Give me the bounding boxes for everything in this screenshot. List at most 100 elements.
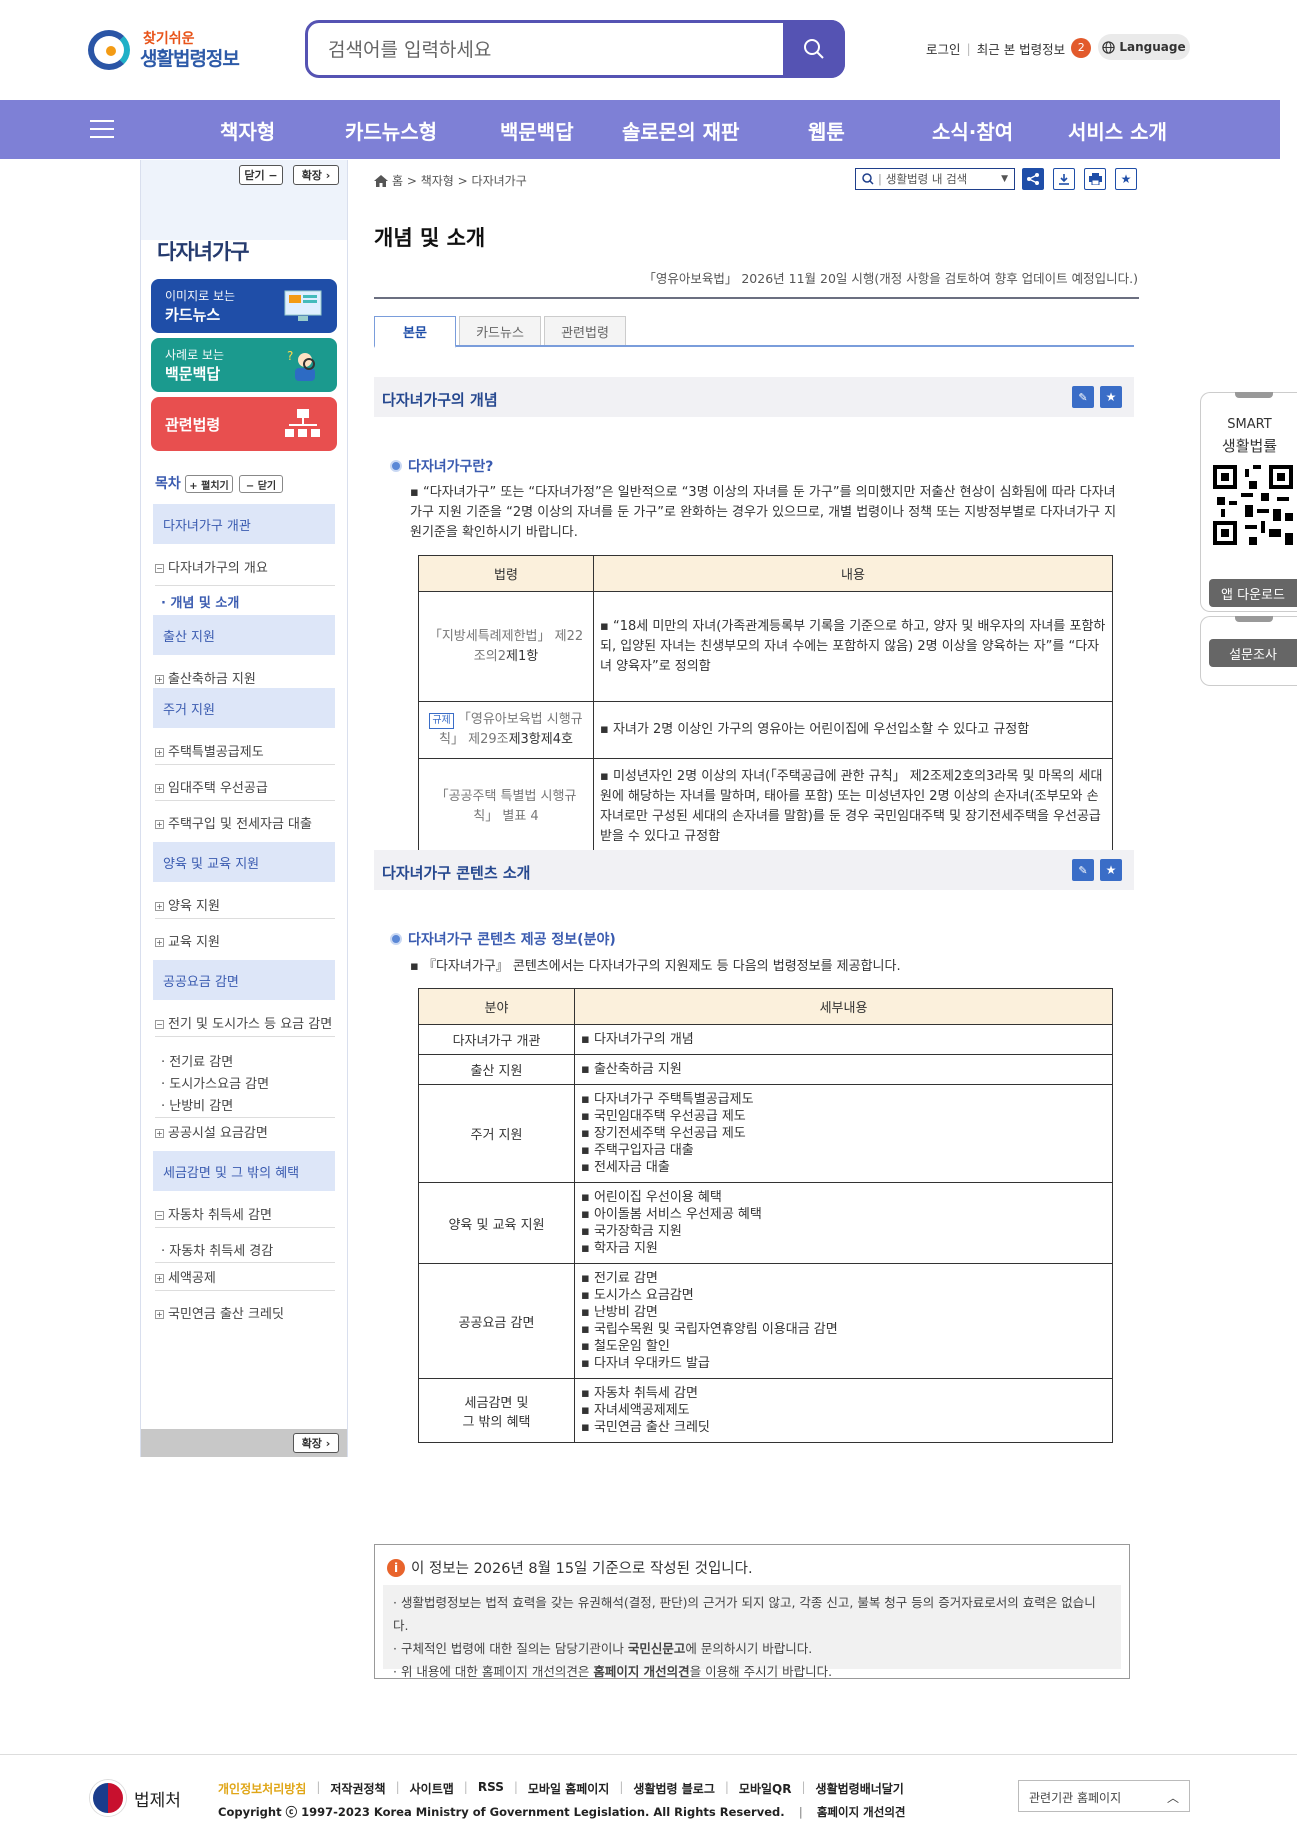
detail-item[interactable]: ▪ 도시가스 요금감면 [581, 1287, 1106, 1304]
nav-item-book[interactable]: 책자형 [220, 116, 275, 145]
detail-item[interactable]: ▪ 전기료 감면 [581, 1270, 1106, 1287]
toc-category[interactable]: 주거 지원 [153, 688, 335, 728]
detail-item[interactable]: ▪ 출산축하금 지원 [581, 1061, 1106, 1078]
login-link[interactable]: 로그인 [926, 39, 961, 58]
toc-subitem[interactable]: · 난방비 감면 [155, 1095, 337, 1114]
footer-link-sitemap[interactable]: 사이트맵 [410, 1780, 454, 1797]
detail-item[interactable]: ▪ 자동차 취득세 감면 [581, 1385, 1106, 1402]
sidebar-bottom-expand-button[interactable]: 확장 › [293, 1433, 339, 1453]
toc-item[interactable]: + 공공시설 요금감면 [155, 1122, 337, 1141]
detail-item[interactable]: ▪ 다자녀 우대카드 발급 [581, 1355, 1106, 1372]
promo-qna[interactable]: 사례로 보는 백문백답 ? [151, 338, 337, 392]
sinmungo-link[interactable]: 국민신문고 [628, 1641, 686, 1656]
toc-item[interactable]: + 주택특별공급제도 [155, 741, 337, 760]
bookmark-button[interactable]: ★ [1115, 168, 1137, 190]
detail-item[interactable]: ▪ 국민임대주택 우선공급 제도 [581, 1108, 1106, 1125]
toc-subitem[interactable]: · 자동차 취득세 경감 [155, 1240, 337, 1259]
toc-item[interactable]: + 주택구입 및 전세자금 대출 [155, 813, 337, 832]
toc-subitem[interactable]: · 도시가스요금 감면 [155, 1073, 337, 1092]
search-input[interactable] [328, 36, 748, 64]
toc-item[interactable]: − 자동차 취득세 감면 [155, 1204, 337, 1223]
language-button[interactable]: Language [1098, 34, 1190, 60]
detail-item[interactable]: ▪ 국가장학금 지원 [581, 1223, 1106, 1240]
footer-link-rss[interactable]: RSS [478, 1780, 504, 1797]
link-button[interactable]: ✎ [1072, 386, 1094, 408]
footer-link-privacy[interactable]: 개인정보처리방침 [218, 1780, 306, 1797]
share-button[interactable] [1022, 168, 1044, 190]
drag-handle[interactable] [1235, 392, 1273, 398]
detail-item[interactable]: ▪ 자녀세액공제제도 [581, 1402, 1106, 1419]
promo-laws[interactable]: 관련법령 [151, 397, 337, 451]
sidebar-close-button[interactable]: 닫기 − [239, 165, 283, 185]
toc-category[interactable]: 세금감면 및 그 밖의 혜택 [153, 1151, 335, 1191]
search-button[interactable] [783, 20, 845, 78]
bookmark-button[interactable]: ★ [1100, 386, 1122, 408]
related-sites-select[interactable]: 관련기관 홈페이지 ︿ [1018, 1780, 1190, 1812]
toc-category[interactable]: 공공요금 감면 [153, 960, 335, 1000]
print-button[interactable] [1084, 168, 1106, 190]
improve-link[interactable]: 홈페이지 개선의견 [593, 1664, 689, 1679]
app-download-button[interactable]: 앱 다운로드 [1209, 579, 1297, 607]
tab-laws[interactable]: 관련법령 [544, 316, 626, 346]
site-logo[interactable]: 찾기쉬운 생활법령정보 [88, 26, 258, 74]
footer-improve-link[interactable]: 홈페이지 개선의견 [817, 1805, 906, 1819]
toc-item[interactable]: + 교육 지원 [155, 931, 337, 950]
toc-item-current[interactable]: · 개념 및 소개 [155, 592, 337, 611]
toc-item[interactable]: + 양육 지원 [155, 895, 337, 914]
detail-item[interactable]: ▪ 주택구입자금 대출 [581, 1142, 1106, 1159]
link-button[interactable]: ✎ [1072, 859, 1094, 881]
detail-item[interactable]: ▪ 어린이집 우선이용 혜택 [581, 1189, 1106, 1206]
footer-link-copyright[interactable]: 저작권정책 [330, 1780, 385, 1797]
nav-item-about[interactable]: 서비스 소개 [1068, 116, 1167, 145]
detail-item[interactable]: ▪ 전세자금 대출 [581, 1159, 1106, 1176]
sidebar-expand-button[interactable]: 확장 › [293, 165, 339, 185]
law-ref-link[interactable]: 규제 「영유아보육법 시행규 칙」 제29조제3항제4호 [418, 701, 594, 759]
toc-category[interactable]: 출산 지원 [153, 615, 335, 655]
nav-item-cardnews[interactable]: 카드뉴스형 [345, 116, 437, 145]
notice-line: · 구체적인 법령에 대한 질의는 담당기관이나 국민신문고에 문의하시기 바랍… [393, 1641, 813, 1656]
toc-close-button[interactable]: − 닫기 [239, 475, 283, 493]
detail-item[interactable]: ▪ 난방비 감면 [581, 1304, 1106, 1321]
law-ref-link[interactable]: 「공공주택 특별법 시행규 칙」 별표 4 [418, 758, 594, 856]
nav-item-qna[interactable]: 백문백답 [500, 116, 574, 145]
footer-link-mobile[interactable]: 모바일 홈페이지 [528, 1780, 609, 1797]
detail-item[interactable]: ▪ 국립수목원 및 국립자연휴양림 이용대금 감면 [581, 1321, 1106, 1338]
breadcrumb-text[interactable]: 홈 > 책자형 > 다자녀가구 [392, 172, 527, 189]
footer-link-qr[interactable]: 모바일QR [739, 1780, 792, 1797]
survey-button[interactable]: 설문조사 [1209, 639, 1297, 667]
toc-item[interactable]: + 출산축하금 지원 [155, 668, 337, 687]
detail-item[interactable]: ▪ 장기전세주택 우선공급 제도 [581, 1125, 1106, 1142]
tab-body[interactable]: 본문 [374, 316, 456, 348]
footer-logo[interactable]: 법제처 [90, 1780, 181, 1816]
nav-item-solomon[interactable]: 솔로몬의 재판 [622, 116, 739, 145]
toc-item[interactable]: + 국민연금 출산 크레딧 [155, 1303, 337, 1322]
toc-item[interactable]: + 세액공제 [155, 1267, 337, 1286]
toc-item[interactable]: + 임대주택 우선공급 [155, 777, 337, 796]
detail-item[interactable]: ▪ 학자금 지원 [581, 1240, 1106, 1257]
bookmark-button[interactable]: ★ [1100, 859, 1122, 881]
drag-handle[interactable] [1235, 616, 1273, 622]
toc-item[interactable]: − 다자녀가구의 개요 [155, 557, 337, 576]
footer-link-blog[interactable]: 생활법령 블로그 [633, 1780, 714, 1797]
detail-item[interactable]: ▪ 아이돌봄 서비스 우선제공 혜택 [581, 1206, 1106, 1223]
inner-search-select[interactable]: | 생활법령 내 검색 ▼ [855, 168, 1015, 190]
detail-item[interactable]: ▪ 다자녀가구 주택특별공급제도 [581, 1091, 1106, 1108]
promo-cardnews[interactable]: 이미지로 보는 카드뉴스 [151, 279, 337, 333]
menu-icon[interactable] [90, 120, 114, 138]
download-button[interactable] [1053, 168, 1075, 190]
detail-item[interactable]: ▪ 국민연금 출산 크레딧 [581, 1419, 1106, 1436]
home-icon[interactable] [374, 174, 388, 187]
footer-link-banner[interactable]: 생활법령배너달기 [816, 1780, 904, 1797]
toc-open-button[interactable]: + 펼치기 [185, 475, 233, 493]
detail-item[interactable]: ▪ 다자녀가구의 개념 [581, 1031, 1106, 1048]
law-ref-link[interactable]: 「지방세특례제한법」 제22 조의2제1항 [418, 591, 594, 702]
toc-item[interactable]: − 전기 및 도시가스 등 요금 감면 [155, 1013, 337, 1032]
toc-category[interactable]: 다자녀가구 개관 [153, 504, 335, 544]
toc-category[interactable]: 양육 및 교육 지원 [153, 842, 335, 882]
toc-subitem[interactable]: · 전기료 감면 [155, 1051, 337, 1070]
nav-item-news[interactable]: 소식·참여 [932, 116, 1013, 145]
detail-item[interactable]: ▪ 철도운임 할인 [581, 1338, 1106, 1355]
nav-item-webtoon[interactable]: 웹툰 [808, 116, 845, 145]
tab-cardnews[interactable]: 카드뉴스 [459, 316, 541, 346]
recent-link[interactable]: 최근 본 법령정보 [977, 39, 1065, 58]
